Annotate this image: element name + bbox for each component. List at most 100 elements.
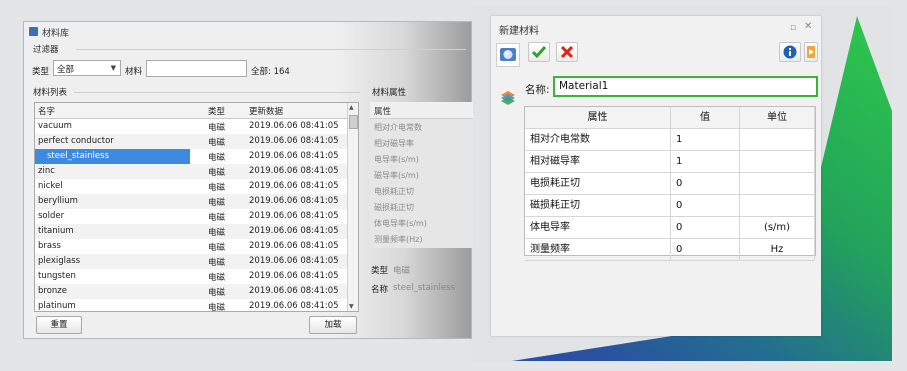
confirm-button[interactable] — [528, 42, 550, 62]
property-grid[interactable]: 属性值单位 相对介电常数 1 相对磁导率 1 电损耗正切 0 磁损耗正切 0 体电导率 0 (s/m)… — [524, 106, 816, 261]
property-name: 体电导率(s/m) — [374, 219, 427, 228]
property-name-cell: 相对介电常数 — [525, 129, 671, 151]
close-icon[interactable]: ✕ — [804, 21, 812, 32]
table-row[interactable]: beryllium 电磁 2019.06.06 08:41:05 — [35, 194, 353, 209]
scroll-down-icon[interactable]: ▼ — [349, 303, 354, 310]
material-date-cell: 2019.06.06 08:41:05 — [249, 256, 339, 266]
type-select-value: 全部 — [57, 65, 75, 75]
material-date-cell: 2019.06.06 08:41:05 — [249, 121, 339, 131]
material-date-cell: 2019.06.06 08:41:05 — [249, 181, 339, 191]
cross-icon — [561, 46, 573, 58]
property-unit-cell: (s/m) — [740, 217, 815, 239]
material-name-cell: perfect conductor — [38, 136, 114, 146]
filter-group-title: 过滤器 — [33, 45, 59, 55]
material-date-cell: 2019.06.06 08:41:05 — [249, 301, 339, 311]
property-name-cell: 体电导率 — [525, 217, 671, 239]
material-search-input[interactable] — [146, 60, 247, 77]
properties-header-label: 属性 — [374, 107, 392, 117]
property-value-cell[interactable]: 0 — [671, 195, 740, 217]
export-button[interactable] — [804, 42, 818, 62]
material-name-cell: platinum — [38, 301, 76, 311]
material-date-cell: 2019.06.06 08:41:05 — [249, 271, 339, 281]
property-row: 体电导率(s/m) — [370, 215, 480, 231]
layers-icon[interactable] — [498, 87, 518, 107]
property-row: 相对磁导率 — [370, 135, 480, 151]
properties-panel: 属性 相对介电常数 相对磁导率 电导率(s/m) 磁导率(s/m) 电损耗正切 磁损耗正切… — [370, 102, 473, 248]
material-name-cell: vacuum — [38, 121, 72, 131]
load-button[interactable]: 加载 — [309, 316, 357, 334]
type-label: 类型 — [32, 67, 50, 77]
material-tab[interactable] — [496, 43, 520, 67]
material-library-window: 材料库 过滤器 类型 全部 ▼ 材料 全部: 164 材料列表 名字 类型 更新… — [23, 21, 473, 339]
material-table[interactable]: 名字 类型 更新数据 vacuum 电磁 2019.06.06 08:41:05 pe… — [34, 102, 359, 312]
table-row[interactable]: nickel 电磁 2019.06.06 08:41:05 — [35, 179, 353, 194]
property-row: 测量频率(Hz) — [370, 231, 480, 247]
material-name-input[interactable]: Material1 — [553, 76, 818, 97]
divider — [76, 49, 466, 50]
column-header-name[interactable]: 名字 — [38, 105, 55, 117]
table-row[interactable]: steel_stainless 电磁 2019.06.06 08:41:05 — [35, 149, 353, 164]
table-row[interactable]: platinum 电磁 2019.06.06 08:41:05 — [35, 299, 353, 312]
table-row[interactable]: solder 电磁 2019.06.06 08:41:05 — [35, 209, 353, 224]
properties-header: 属性 — [370, 102, 473, 119]
vertical-scrollbar[interactable]: ▲ ▼ — [347, 103, 358, 311]
grid-header-unit[interactable]: 单位 — [740, 107, 815, 129]
table-row[interactable]: titanium 电磁 2019.06.06 08:41:05 — [35, 224, 353, 239]
selected-type-value: 电磁 — [393, 266, 411, 276]
chevron-down-icon: ▼ — [110, 64, 116, 72]
material-name-cell: titanium — [38, 226, 74, 236]
cancel-button[interactable] — [556, 42, 578, 62]
material-type-cell: 电磁 — [208, 258, 226, 268]
table-row[interactable]: zinc 电磁 2019.06.06 08:41:05 — [35, 164, 353, 179]
type-select[interactable]: 全部 ▼ — [53, 60, 121, 76]
material-date-cell: 2019.06.06 08:41:05 — [249, 226, 339, 236]
app-logo-icon — [29, 27, 38, 36]
property-value-cell[interactable]: 1 — [671, 129, 740, 151]
material-name-cell: nickel — [38, 181, 63, 191]
column-header-type[interactable]: 类型 — [208, 105, 225, 117]
reset-button[interactable]: 重置 — [36, 316, 82, 334]
property-value-cell[interactable]: 0 — [671, 239, 740, 261]
table-row[interactable]: vacuum 电磁 2019.06.06 08:41:05 — [35, 119, 353, 134]
property-name-cell: 磁损耗正切 — [525, 195, 671, 217]
property-value-cell[interactable]: 1 — [671, 151, 740, 173]
scroll-up-icon[interactable]: ▲ — [349, 104, 354, 111]
property-row: 电导率(s/m) — [370, 151, 480, 167]
table-row[interactable]: brass 电磁 2019.06.06 08:41:05 — [35, 239, 353, 254]
restore-icon[interactable]: ▫ — [790, 23, 796, 33]
table-row[interactable]: tungsten 电磁 2019.06.06 08:41:05 — [35, 269, 353, 284]
material-type-cell: 电磁 — [208, 303, 226, 312]
table-header: 名字 类型 更新数据 — [35, 103, 348, 119]
material-name-cell: plexiglass — [38, 256, 81, 266]
info-button[interactable] — [779, 42, 801, 62]
divider — [74, 92, 360, 93]
grid-header-property[interactable]: 属性 — [525, 107, 671, 129]
scroll-thumb[interactable] — [349, 115, 358, 129]
selected-type-label: 类型 — [371, 266, 389, 276]
material-date-cell: 2019.06.06 08:41:05 — [249, 136, 339, 146]
material-type-cell: 电磁 — [208, 168, 226, 178]
property-row: 电损耗正切 — [370, 183, 480, 199]
material-type-cell: 电磁 — [208, 213, 226, 223]
material-date-cell: 2019.06.06 08:41:05 — [249, 241, 339, 251]
material-type-cell: 电磁 — [208, 288, 226, 298]
property-name: 电损耗正切 — [374, 187, 414, 196]
material-name-cell: tungsten — [38, 271, 76, 281]
column-header-updated[interactable]: 更新数据 — [249, 105, 283, 117]
table-row[interactable]: plexiglass 电磁 2019.06.06 08:41:05 — [35, 254, 353, 269]
property-value-cell[interactable]: 0 — [671, 217, 740, 239]
material-type-cell: 电磁 — [208, 153, 226, 163]
table-row[interactable]: perfect conductor 电磁 2019.06.06 08:41:05 — [35, 134, 353, 149]
property-name: 电导率(s/m) — [374, 155, 419, 164]
property-value-cell[interactable]: 0 — [671, 173, 740, 195]
grid-header-value[interactable]: 值 — [671, 107, 740, 129]
info-icon — [783, 45, 797, 59]
property-name: 相对磁导率 — [374, 139, 414, 148]
export-icon — [807, 46, 815, 58]
material-name-cell: beryllium — [38, 196, 78, 206]
table-row[interactable]: bronze 电磁 2019.06.06 08:41:05 — [35, 284, 353, 299]
material-name-cell: bronze — [38, 286, 67, 296]
material-type-cell: 电磁 — [208, 123, 226, 133]
property-unit-cell: Hz — [740, 239, 815, 261]
material-type-cell: 电磁 — [208, 273, 226, 283]
